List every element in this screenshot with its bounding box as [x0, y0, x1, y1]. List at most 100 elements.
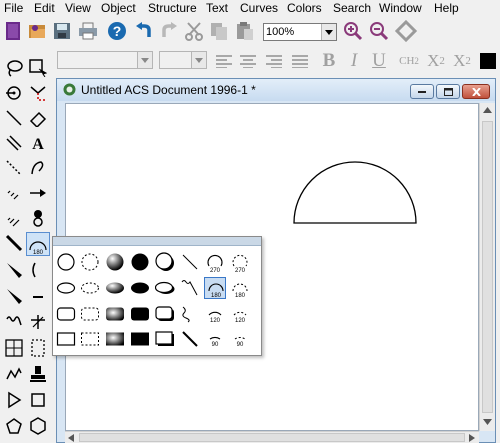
menu-edit[interactable]: Edit: [34, 1, 55, 15]
rounded-rect-dashed-icon[interactable]: [79, 303, 101, 325]
scroll-down-icon[interactable]: [483, 419, 492, 425]
square-shape-icon[interactable]: [26, 388, 50, 412]
rounded-rect-outline-icon[interactable]: [55, 303, 77, 325]
rotate-icon[interactable]: [2, 81, 26, 105]
bracket-icon[interactable]: [26, 258, 50, 282]
menu-search[interactable]: Search: [333, 1, 371, 15]
marquee-icon[interactable]: [26, 56, 50, 80]
fit-icon[interactable]: [395, 20, 417, 42]
orbital-icon[interactable]: [26, 206, 50, 230]
arc-120-dashed-icon[interactable]: 120: [229, 303, 251, 325]
font-size-select[interactable]: [159, 51, 207, 69]
hexagon-icon[interactable]: [26, 414, 50, 438]
squiggle-icon[interactable]: [179, 303, 201, 325]
arc-270-icon[interactable]: 270: [204, 251, 226, 273]
redo-icon[interactable]: [158, 20, 180, 42]
pen-icon[interactable]: [26, 156, 50, 180]
print-icon[interactable]: [77, 20, 99, 42]
bold-bond-icon[interactable]: [2, 231, 26, 255]
formula-button[interactable]: CH 2: [395, 50, 423, 72]
line-diagonal-icon[interactable]: [179, 251, 201, 273]
new-document-icon[interactable]: [2, 20, 24, 42]
arc-180-dashed-icon[interactable]: 180: [229, 277, 251, 299]
circle-outline-icon[interactable]: [55, 251, 77, 273]
copy-icon[interactable]: [208, 20, 230, 42]
hollow-wedge-icon[interactable]: [2, 284, 26, 308]
font-select[interactable]: [57, 51, 153, 69]
rounded-rect-shaded-icon[interactable]: [104, 303, 126, 325]
help-icon[interactable]: ?: [106, 20, 128, 42]
rect-dashed-icon[interactable]: [79, 328, 101, 350]
stereo-icon[interactable]: [26, 310, 50, 334]
menu-curves[interactable]: Curves: [240, 1, 278, 15]
align-center-icon[interactable]: [237, 50, 259, 72]
bond-icon[interactable]: [2, 106, 26, 130]
arc-90-dashed-icon[interactable]: 90: [229, 328, 251, 350]
italic-button[interactable]: I: [344, 50, 364, 72]
align-left-icon[interactable]: [213, 50, 235, 72]
ellipse-shadow-icon[interactable]: [154, 277, 176, 299]
wavy-bond-icon[interactable]: [2, 310, 26, 334]
maximize-button[interactable]: [436, 84, 460, 99]
menu-object[interactable]: Object: [101, 1, 136, 15]
menu-view[interactable]: View: [65, 1, 91, 15]
underline-button[interactable]: U: [369, 50, 389, 72]
stamp-icon[interactable]: [26, 362, 50, 386]
ellipse-dashed-icon[interactable]: [79, 277, 101, 299]
document-titlebar[interactable]: Untitled ACS Document 1996-1 *: [57, 79, 495, 101]
circle-filled-icon[interactable]: [129, 251, 151, 273]
wave-line-icon[interactable]: [179, 277, 201, 299]
justify-icon[interactable]: [289, 50, 311, 72]
template-icon[interactable]: [2, 362, 26, 386]
wedge-bond-icon[interactable]: [2, 258, 26, 282]
hashed-bond-icon[interactable]: [2, 181, 26, 205]
line-thick-icon[interactable]: [179, 328, 201, 350]
scroll-left-icon[interactable]: [68, 434, 74, 442]
dashed-box-icon[interactable]: [26, 336, 50, 360]
color-swatch[interactable]: [478, 50, 498, 72]
bold-button[interactable]: B: [318, 50, 340, 72]
open-icon[interactable]: [26, 20, 48, 42]
menu-text[interactable]: Text: [206, 1, 228, 15]
menu-structure[interactable]: Structure: [148, 1, 197, 15]
horizontal-scroll-thumb[interactable]: [79, 433, 465, 442]
arc-tool-selected[interactable]: 180: [26, 232, 50, 256]
double-bond-icon[interactable]: [2, 131, 26, 155]
zoom-in-icon[interactable]: [342, 20, 364, 42]
arc-120-icon[interactable]: 120: [204, 303, 226, 325]
horizontal-scrollbar[interactable]: [65, 431, 479, 443]
rounded-rect-filled-icon[interactable]: [129, 303, 151, 325]
popup-drag-handle[interactable]: [53, 237, 261, 246]
text-icon[interactable]: A: [26, 131, 50, 155]
rect-outline-icon[interactable]: [55, 328, 77, 350]
ellipse-outline-icon[interactable]: [55, 277, 77, 299]
undo-icon[interactable]: [133, 20, 155, 42]
table-icon[interactable]: [2, 336, 26, 360]
play-icon[interactable]: [2, 388, 26, 412]
ellipse-shaded-icon[interactable]: [104, 277, 126, 299]
arc-270-dashed-icon[interactable]: 270: [229, 251, 251, 273]
wedge-hashed-icon[interactable]: [2, 206, 26, 230]
subscript-button[interactable]: X2: [425, 50, 447, 72]
arc-180-icon[interactable]: 180: [204, 277, 226, 299]
vertical-scrollbar[interactable]: [479, 103, 495, 431]
vertical-scroll-thumb[interactable]: [482, 121, 493, 413]
pentagon-icon[interactable]: [2, 414, 26, 438]
rect-filled-icon[interactable]: [129, 328, 151, 350]
minimize-button[interactable]: [410, 84, 434, 99]
zoom-out-icon[interactable]: [368, 20, 390, 42]
rect-shadow-icon[interactable]: [154, 328, 176, 350]
dashed-bond-icon[interactable]: [2, 156, 26, 180]
arc-90-icon[interactable]: 90: [204, 328, 226, 350]
ellipse-filled-icon[interactable]: [129, 277, 151, 299]
chain-icon[interactable]: [26, 81, 50, 105]
scroll-up-icon[interactable]: [483, 107, 492, 113]
rounded-rect-shadow-icon[interactable]: [154, 303, 176, 325]
superscript-button[interactable]: X2: [451, 50, 473, 72]
rect-shaded-icon[interactable]: [104, 328, 126, 350]
sphere-shaded-icon[interactable]: [104, 251, 126, 273]
menu-help[interactable]: Help: [434, 1, 459, 15]
zoom-select[interactable]: 100%: [263, 23, 337, 41]
menu-file[interactable]: File: [4, 1, 23, 15]
menu-colors[interactable]: Colors: [287, 1, 322, 15]
